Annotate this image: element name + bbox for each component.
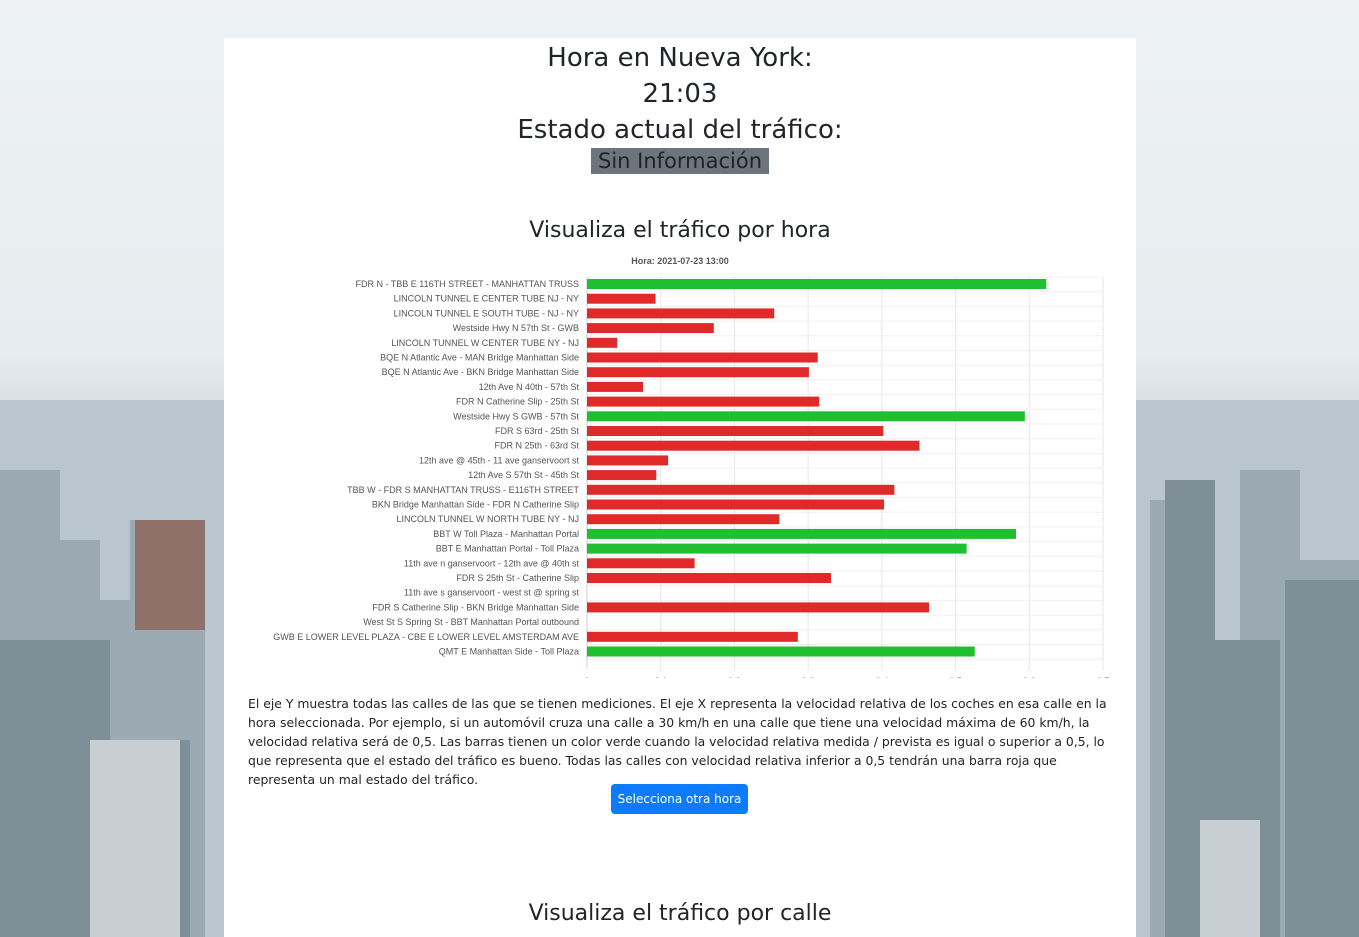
y-tick-label: 12th ave @ 45th - 11 ave ganservoort st — [419, 455, 580, 465]
street-section-title: Visualiza el tráfico por calle — [528, 901, 832, 926]
bar — [587, 631, 798, 642]
x-tick-label: 0,6 — [1023, 676, 1036, 678]
y-tick-label: FDR S 63rd - 25th St — [495, 426, 580, 436]
bar — [587, 411, 1025, 422]
traffic-status-label: Estado actual del tráfico: — [517, 115, 843, 145]
y-tick-label: 12th Ave S 57th St - 45th St — [468, 470, 579, 480]
bar — [587, 455, 669, 466]
y-tick-label: West St S Spring St - BBT Manhattan Port… — [363, 617, 579, 627]
y-tick-label: BKN Bridge Manhattan Side - FDR N Cather… — [372, 500, 579, 510]
bar — [587, 293, 656, 304]
y-tick-label: Westside Hwy S GWB - 57th St — [453, 411, 579, 421]
y-tick-label: LINCOLN TUNNEL W NORTH TUBE NY - NJ — [396, 514, 579, 524]
y-tick-label: 11th ave n ganservoort - 12th ave @ 40th… — [404, 558, 580, 568]
x-tick-label: 0,1 — [654, 676, 667, 678]
y-tick-label: QMT E Manhattan Side - Toll Plaza — [439, 647, 579, 657]
bar — [587, 396, 820, 407]
y-tick-label: FDR S 25th St - Catherine Slip — [456, 573, 579, 583]
chart-title: Hora: 2021-07-23 13:00 — [631, 256, 729, 266]
select-another-hour-button[interactable]: Selecciona otra hora — [611, 784, 748, 814]
status-badge: Sin Información — [590, 148, 770, 174]
bar — [587, 558, 695, 569]
x-tick-label: 0,5 — [949, 676, 962, 678]
y-tick-label: Westside Hwy N 57th St - GWB — [453, 323, 579, 333]
x-tick-label: 0,7 — [1097, 676, 1110, 678]
y-tick-label: BBT E Manhattan Portal - Toll Plaza — [436, 544, 579, 554]
chart-description: El eje Y muestra todas las calles de las… — [248, 696, 1107, 788]
bar — [587, 426, 884, 436]
hour-section-title: Visualiza el tráfico por hora — [529, 218, 831, 243]
y-tick-label: BBT W Toll Plaza - Manhattan Portal — [433, 529, 579, 539]
x-tick-label: 0,4 — [876, 676, 889, 678]
y-tick-label: FDR S Catherine Slip - BKN Bridge Manhat… — [372, 602, 579, 612]
bar — [587, 543, 967, 554]
y-tick-label: 11th ave s ganservoort - west st @ sprin… — [404, 588, 580, 598]
y-tick-label: FDR N 25th - 63rd St — [494, 441, 579, 451]
bar — [587, 323, 714, 334]
bar — [587, 440, 920, 451]
bar — [587, 499, 885, 510]
y-tick-label: LINCOLN TUNNEL W CENTER TUBE NY - NJ — [391, 338, 579, 348]
x-tick-label: 0 — [584, 676, 589, 678]
ny-time-value: 21:03 — [642, 79, 718, 109]
y-tick-label: LINCOLN TUNNEL E SOUTH TUBE - NJ - NY — [394, 308, 579, 318]
y-tick-label: FDR N Catherine Slip - 25th St — [456, 397, 580, 407]
bar — [587, 514, 780, 525]
content-card: Hora en Nueva York: 21:03 Estado actual … — [224, 38, 1136, 937]
bar — [587, 381, 644, 392]
bar — [587, 337, 618, 348]
y-tick-label: BQE N Atlantic Ave - MAN Bridge Manhatta… — [380, 353, 579, 363]
traffic-by-hour-chart: Hora: 2021-07-23 13:00 0 0,1 0,2 0,3 0,4 0,5 0,… — [273, 256, 1110, 678]
y-tick-label: LINCOLN TUNNEL E CENTER TUBE NJ - NY — [394, 294, 579, 304]
bar — [587, 602, 930, 613]
bar — [587, 279, 1047, 289]
y-tick-label: FDR N - TBB E 116TH STREET - MANHATTAN T… — [355, 279, 579, 289]
bar — [587, 352, 818, 363]
x-tick-label: 0,2 — [728, 676, 741, 678]
bar — [587, 367, 809, 378]
bar — [587, 573, 831, 583]
bar — [587, 528, 1017, 539]
bar — [587, 646, 975, 657]
x-tick-label: 0,3 — [802, 676, 815, 678]
status-badge-wrap: Sin Información — [224, 148, 1136, 174]
y-tick-label: BQE N Atlantic Ave - BKN Bridge Manhatta… — [382, 367, 579, 377]
bar — [587, 308, 775, 319]
bar — [587, 484, 895, 495]
y-tick-label: GWB E LOWER LEVEL PLAZA - CBE E LOWER LE… — [273, 632, 579, 642]
bar — [587, 470, 657, 481]
y-tick-label: TBB W - FDR S MANHATTAN TRUSS - E116TH S… — [347, 485, 579, 495]
ny-time-label: Hora en Nueva York: — [547, 43, 813, 73]
y-tick-label: 12th Ave N 40th - 57th St — [479, 382, 580, 392]
